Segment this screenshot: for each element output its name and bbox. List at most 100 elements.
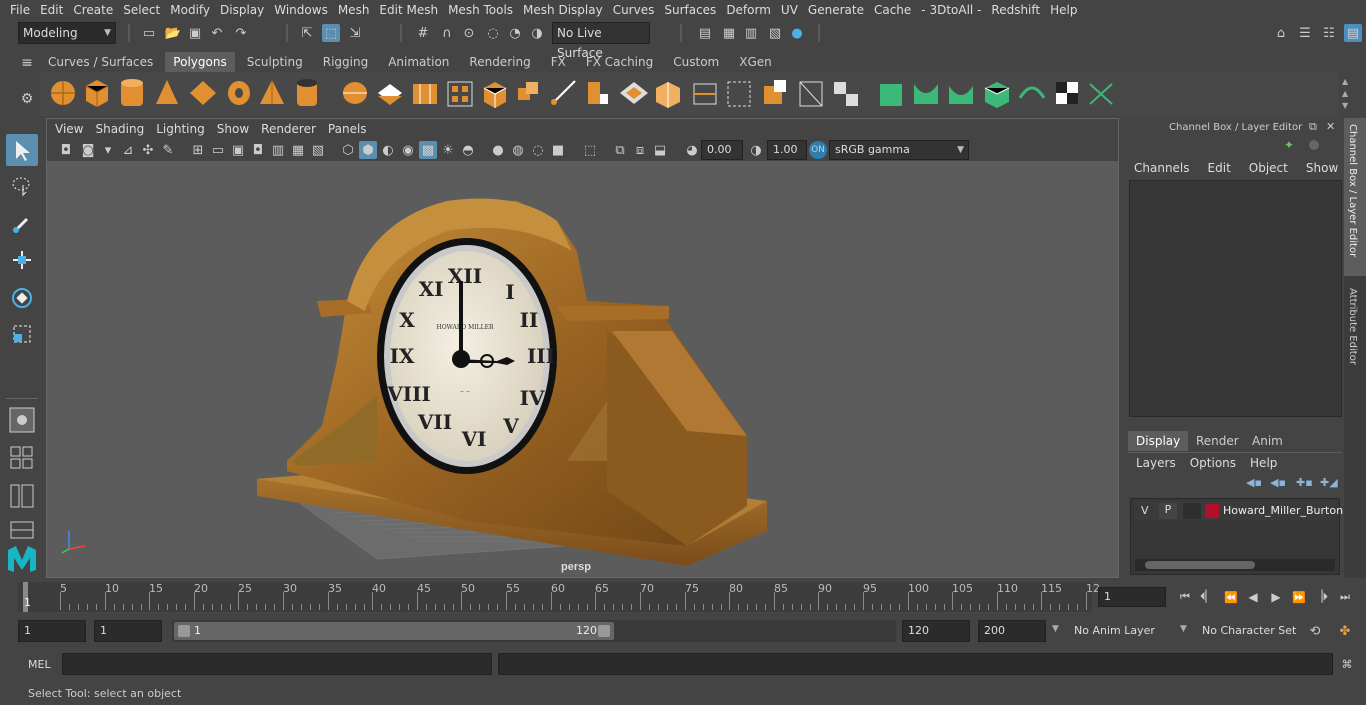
field-chart-icon[interactable]: ▥	[269, 141, 287, 159]
viewport-menu-lighting[interactable]: Lighting	[150, 122, 211, 136]
channel-box-menu-edit[interactable]: Edit	[1208, 161, 1231, 175]
anim-start-field[interactable]: 1	[94, 620, 162, 642]
anim-end-field[interactable]: 200	[978, 620, 1046, 642]
3d-scene[interactable]: XII I II III IV V VI VII VIII IX X XI HO…	[47, 161, 1118, 577]
snap-point-icon[interactable]: ⊙	[460, 24, 478, 42]
channel-box-side-tab[interactable]: Channel Box / Layer Editor	[1344, 118, 1366, 276]
move-tool-icon[interactable]	[6, 244, 38, 276]
layer-name[interactable]: Howard_Miller_Burton	[1223, 504, 1343, 517]
step-forward-icon[interactable]: ▕⏵	[1312, 588, 1330, 606]
camera-attributes-icon[interactable]: ◙	[79, 141, 97, 159]
shelf-tab-curves-surfaces[interactable]: Curves / Surfaces	[40, 52, 161, 72]
exposure-field[interactable]: 0.00	[701, 140, 743, 160]
render-frame-icon[interactable]: ▦	[720, 24, 738, 42]
snap-surface-icon[interactable]: ◔	[506, 24, 524, 42]
menu-windows[interactable]: Windows	[269, 0, 333, 20]
channel-toggle-icon[interactable]: ✦	[1284, 138, 1294, 152]
shelf-settings-icon[interactable]: ⚙	[18, 90, 36, 108]
modeling-toolkit-icon[interactable]: ⌂	[1272, 24, 1290, 42]
menu-edit[interactable]: Edit	[35, 0, 68, 20]
shelf-menu-icon[interactable]: ≡	[18, 54, 36, 72]
move-layer-down-icon[interactable]: ◀▪	[1270, 476, 1286, 489]
outliner-layout-icon[interactable]	[6, 480, 38, 512]
anti-aliasing-icon[interactable]: ◌	[529, 141, 547, 159]
end-time-field[interactable]: 120	[902, 620, 970, 642]
layer-menu-layers[interactable]: Layers	[1136, 456, 1176, 470]
shelf-tab-xgen[interactable]: XGen	[731, 52, 780, 72]
menu-3dtoall[interactable]: - 3DtoAll -	[916, 0, 986, 20]
float-panel-icon[interactable]: ⧉	[1309, 120, 1317, 134]
menu-help[interactable]: Help	[1045, 0, 1082, 20]
viewport-menu-view[interactable]: View	[47, 122, 89, 136]
shelf-tab-fx[interactable]: FX	[543, 52, 574, 72]
anim-layer-select[interactable]: No Anim Layer	[1068, 620, 1192, 642]
new-scene-icon[interactable]: ▭	[140, 24, 158, 42]
xray-icon[interactable]: ◉	[399, 141, 417, 159]
play-backward-icon[interactable]: ◀	[1244, 588, 1262, 606]
menu-mesh[interactable]: Mesh	[333, 0, 375, 20]
next-key-icon[interactable]: ⏩	[1290, 588, 1308, 606]
menu-file[interactable]: File	[0, 0, 35, 20]
tool-settings-toggle-icon[interactable]: ☷	[1320, 24, 1338, 42]
isolate-select-icon[interactable]: ⬚	[581, 141, 599, 159]
shelf-scroll-arrows-icon[interactable]: ▲ ▲ ▼	[1342, 76, 1348, 112]
snap-view-icon[interactable]: ◌	[484, 24, 502, 42]
menu-create[interactable]: Create	[68, 0, 118, 20]
xray-active-icon[interactable]: ⧈	[631, 141, 649, 159]
new-layer-selected-icon[interactable]: ✚◢	[1320, 476, 1338, 489]
layer-playback-toggle[interactable]: P	[1159, 503, 1177, 519]
menu-mesh-display[interactable]: Mesh Display	[518, 0, 608, 20]
layer-visibility-toggle[interactable]: V	[1141, 504, 1149, 517]
mode-selector[interactable]: Modeling ▼	[18, 22, 116, 44]
gate-mask-icon[interactable]: ◘	[249, 141, 267, 159]
menu-select[interactable]: Select	[118, 0, 165, 20]
channel-box-menu-object[interactable]: Object	[1249, 161, 1288, 175]
channel-dot-icon[interactable]	[1309, 140, 1319, 150]
menu-cache[interactable]: Cache	[869, 0, 916, 20]
safe-action-icon[interactable]: ▦	[289, 141, 307, 159]
play-forward-icon[interactable]: ▶	[1267, 588, 1285, 606]
layer-scrollbar[interactable]	[1135, 559, 1335, 571]
snap-grid-icon[interactable]: #	[414, 24, 432, 42]
new-layer-icon[interactable]: ✚▪	[1296, 476, 1313, 489]
move-layer-up-icon[interactable]: ◀▪	[1246, 476, 1262, 489]
step-back-icon[interactable]: ⏴▏	[1198, 588, 1216, 606]
textured-icon[interactable]: ▩	[419, 141, 437, 159]
save-scene-icon[interactable]: ▣	[186, 24, 204, 42]
layer-row[interactable]: V P Howard_Miller_Burton	[1135, 501, 1343, 521]
attribute-editor-toggle-icon[interactable]: ☰	[1296, 24, 1314, 42]
undo-icon[interactable]: ↶	[208, 24, 226, 42]
depth-of-field-icon[interactable]: ■	[549, 141, 567, 159]
ipr-render-icon[interactable]: ▥	[742, 24, 760, 42]
use-lights-icon[interactable]: ☀	[439, 141, 457, 159]
shelf-tab-rigging[interactable]: Rigging	[315, 52, 376, 72]
menu-surfaces[interactable]: Surfaces	[659, 0, 721, 20]
command-input[interactable]	[62, 653, 492, 675]
menu-generate[interactable]: Generate	[803, 0, 869, 20]
wireframe-on-shaded-icon[interactable]: ◐	[379, 141, 397, 159]
single-layout-icon[interactable]	[6, 404, 38, 436]
grid-toggle-icon[interactable]: ⊞	[189, 141, 207, 159]
current-frame-field[interactable]: 1	[1098, 587, 1166, 607]
chevron-down-icon[interactable]: ▼	[1052, 624, 1059, 634]
range-slider-track[interactable]: 1 120	[172, 620, 896, 642]
layer-tab-anim[interactable]: Anim	[1244, 431, 1291, 451]
render-view-icon[interactable]: ▧	[766, 24, 784, 42]
menu-uv[interactable]: UV	[776, 0, 803, 20]
redo-icon[interactable]: ↷	[232, 24, 250, 42]
channel-list[interactable]	[1129, 180, 1342, 417]
start-time-field[interactable]: 1	[18, 620, 86, 642]
camera-select-icon[interactable]: ◘	[57, 141, 75, 159]
auto-key-icon[interactable]: ⟲	[1306, 622, 1324, 640]
layer-color-swatch[interactable]	[1205, 504, 1219, 518]
script-editor-icon[interactable]: ⌘	[1338, 655, 1356, 673]
screen-space-ao-icon[interactable]: ●	[489, 141, 507, 159]
2d-pan-zoom-icon[interactable]: ✣	[139, 141, 157, 159]
menu-deform[interactable]: Deform	[721, 0, 776, 20]
shelf-tab-sculpting[interactable]: Sculpting	[239, 52, 311, 72]
four-view-layout-icon[interactable]	[6, 442, 38, 474]
script-language-label[interactable]: MEL	[28, 658, 51, 671]
time-slider[interactable]: 1 5 10 15 20 25 30 35 40 45 50 55 60 65 70 75 80 85 90 95 1…	[0, 580, 1366, 616]
layer-menu-options[interactable]: Options	[1190, 456, 1236, 470]
layer-reference-toggle[interactable]	[1183, 503, 1201, 519]
